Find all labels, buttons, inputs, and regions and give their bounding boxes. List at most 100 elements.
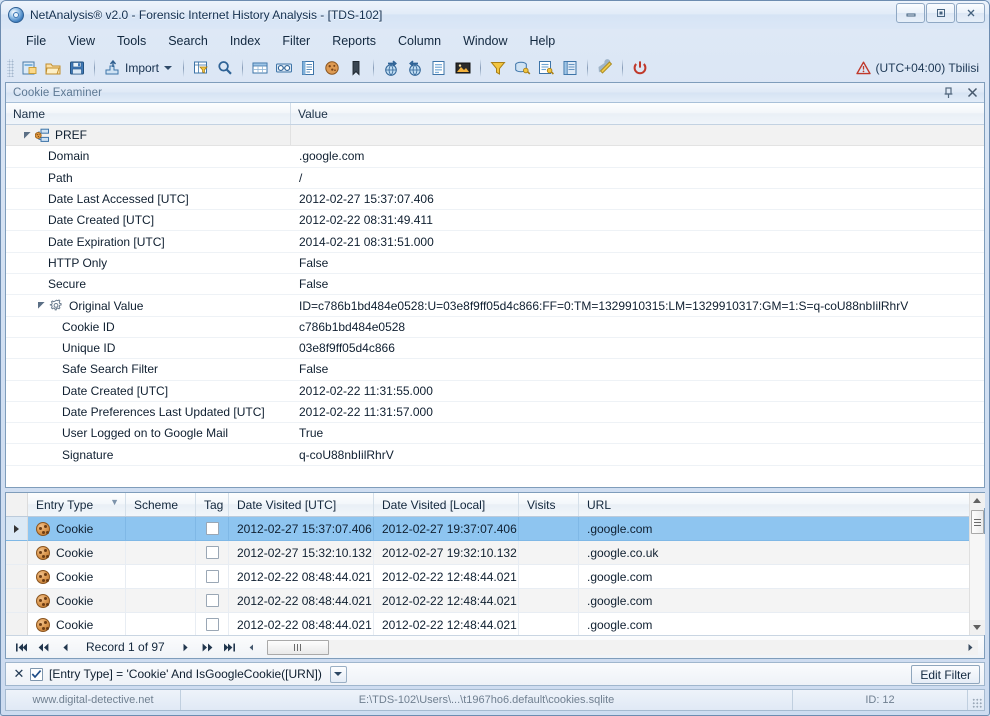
examiner-row[interactable]: Secure False — [6, 274, 984, 296]
table-row[interactable]: Cookie 2012-02-22 08:48:44.021 2012-02-22 … — [6, 565, 969, 589]
next-page-icon[interactable] — [197, 637, 219, 657]
filter-icon[interactable] — [486, 56, 510, 80]
decode-list-icon[interactable] — [534, 56, 558, 80]
examiner-row[interactable]: Path / — [6, 168, 984, 189]
menu-index[interactable]: Index — [219, 31, 272, 51]
previous-page-icon[interactable] — [32, 637, 54, 657]
bookmark-icon[interactable] — [344, 56, 368, 80]
tag-checkbox[interactable] — [205, 618, 219, 631]
scroll-up-button[interactable] — [969, 493, 985, 508]
grid-horizontal-scrollbar[interactable] — [266, 639, 978, 655]
menu-file[interactable]: File — [15, 31, 57, 51]
table-row[interactable]: Cookie 2012-02-22 08:48:44.021 2012-02-22 … — [6, 613, 969, 635]
filter-dropdown-button[interactable] — [329, 665, 347, 683]
grid-header-url[interactable]: URL — [579, 493, 969, 516]
grid-header-visits[interactable]: Visits — [519, 493, 579, 516]
horizontal-scroll-thumb[interactable] — [266, 639, 329, 655]
filter-grid-icon[interactable] — [189, 56, 213, 80]
edit-filter-button[interactable]: Edit Filter — [911, 665, 980, 684]
scroll-thumb[interactable] — [970, 510, 984, 534]
report-view-icon[interactable] — [296, 56, 320, 80]
power-icon[interactable] — [628, 56, 652, 80]
examiner-row[interactable]: Original Value ID=c786b1bd484e0528:U=03e8… — [6, 295, 984, 317]
list-detail-icon[interactable] — [427, 56, 451, 80]
maximize-button[interactable] — [926, 3, 955, 23]
examiner-row[interactable]: Safe Search Filter False — [6, 359, 984, 381]
examiner-row[interactable]: HTTP Only False — [6, 253, 984, 275]
examiner-row[interactable]: Date Created [UTC] 2012-02-22 11:31:55.00… — [6, 381, 984, 402]
examiner-row[interactable]: User Logged on to Google Mail True — [6, 423, 984, 445]
table-row[interactable]: Cookie 2012-02-27 15:32:10.132 2012-02-27 … — [6, 541, 969, 565]
menu-view[interactable]: View — [57, 31, 106, 51]
scroll-right-button[interactable] — [963, 640, 978, 655]
save-icon[interactable] — [65, 56, 89, 80]
next-record-icon[interactable] — [175, 637, 197, 657]
new-record-icon[interactable] — [241, 637, 263, 657]
filter-close-button[interactable]: ✕ — [10, 665, 28, 683]
search-icon[interactable] — [213, 56, 237, 80]
new-case-icon[interactable] — [17, 56, 41, 80]
first-record-icon[interactable] — [10, 637, 32, 657]
examiner-row[interactable]: Date Last Accessed [UTC] 2012-02-27 15:37… — [6, 189, 984, 211]
grid-view-icon[interactable] — [248, 56, 272, 80]
column-header-value[interactable]: Value — [291, 103, 984, 124]
grid-header-tag[interactable]: Tag — [196, 493, 229, 516]
table-row[interactable]: Cookie 2012-02-27 15:37:07.406 2012-02-27 … — [6, 517, 969, 541]
scroll-track[interactable] — [969, 534, 985, 620]
tree-expander-expanded-icon[interactable] — [20, 131, 34, 140]
menu-window[interactable]: Window — [452, 31, 518, 51]
menu-tools[interactable]: Tools — [106, 31, 157, 51]
examiner-tree[interactable]: PREF Domain .google.com Path / Date Last Acce… — [6, 125, 984, 487]
open-case-icon[interactable] — [41, 56, 65, 80]
decode-key-icon[interactable] — [510, 56, 534, 80]
export-back-icon[interactable] — [403, 56, 427, 80]
menu-filter[interactable]: Filter — [271, 31, 321, 51]
minimize-button[interactable] — [896, 3, 925, 23]
filter-expression[interactable]: [Entry Type] = 'Cookie' And IsGoogleCook… — [49, 667, 322, 681]
toolbar-grip[interactable] — [7, 58, 14, 77]
grid-rows[interactable]: Cookie 2012-02-27 15:37:07.406 2012-02-27 … — [6, 517, 969, 635]
grid-vertical-scrollbar[interactable] — [969, 493, 985, 635]
index-book-icon[interactable] — [558, 56, 582, 80]
cache-view-icon[interactable] — [272, 56, 296, 80]
menu-help[interactable]: Help — [519, 31, 567, 51]
previous-record-icon[interactable] — [54, 637, 76, 657]
column-header-name[interactable]: Name — [6, 103, 291, 124]
tag-checkbox[interactable] — [205, 570, 219, 583]
tag-checkbox[interactable] — [205, 594, 219, 607]
table-row[interactable]: Cookie 2012-02-22 08:48:44.021 2012-02-22 … — [6, 589, 969, 613]
resize-grip[interactable] — [968, 690, 984, 710]
examiner-row[interactable]: Date Expiration [UTC] 2014-02-21 08:31:51… — [6, 231, 984, 253]
tools-icon[interactable] — [593, 56, 617, 80]
export-next-icon[interactable] — [379, 56, 403, 80]
image-preview-icon[interactable] — [451, 56, 475, 80]
import-button[interactable]: Import — [100, 56, 178, 80]
examiner-row[interactable]: Domain .google.com — [6, 146, 984, 168]
tree-expander-expanded-icon[interactable] — [34, 301, 48, 310]
grid-header-entry-type[interactable]: Entry Type ▼ — [28, 493, 126, 516]
menu-reports[interactable]: Reports — [321, 31, 387, 51]
grid-header-scheme[interactable]: Scheme — [126, 493, 196, 516]
close-button[interactable] — [956, 3, 985, 23]
examiner-row[interactable]: Date Created [UTC] 2012-02-22 08:31:49.41… — [6, 210, 984, 232]
grid-header-date-visited-local[interactable]: Date Visited [Local] — [374, 493, 519, 516]
client-area: Cookie Examiner Name Value PREF Domain .… — [5, 82, 985, 689]
close-icon[interactable] — [965, 85, 980, 100]
scroll-down-button[interactable] — [969, 620, 985, 635]
last-record-icon[interactable] — [219, 637, 241, 657]
grid-header-date-visited-utc[interactable]: Date Visited [UTC] — [229, 493, 374, 516]
cookie-view-icon[interactable] — [320, 56, 344, 80]
menu-column[interactable]: Column — [387, 31, 452, 51]
examiner-row[interactable]: Cookie ID c786b1bd484e0528 — [6, 317, 984, 338]
chevron-down-icon[interactable] — [164, 65, 173, 70]
filter-indicator-icon[interactable]: ▼ — [110, 497, 119, 507]
tag-checkbox[interactable] — [205, 522, 219, 535]
examiner-row[interactable]: Signature q-coU88nbIilRhrV — [6, 444, 984, 466]
examiner-row[interactable]: Date Preferences Last Updated [UTC] 2012-… — [6, 402, 984, 424]
examiner-group-row[interactable]: PREF — [6, 125, 984, 147]
pin-icon[interactable] — [941, 85, 956, 100]
tag-checkbox[interactable] — [205, 546, 219, 559]
filter-enabled-checkbox[interactable] — [30, 667, 43, 681]
menu-search[interactable]: Search — [157, 31, 219, 51]
examiner-row[interactable]: Unique ID 03e8f9ff05d4c866 — [6, 338, 984, 360]
